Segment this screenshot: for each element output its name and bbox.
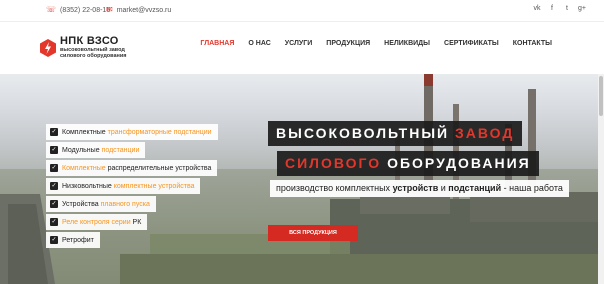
- headline-text: ОБОРУДОВАНИЯ: [381, 155, 531, 171]
- email-contact[interactable]: ✉ market@vvzso.ru: [106, 6, 171, 14]
- hero-headline-1: ВЫСОКОВОЛЬТНЫЙ ЗАВОД: [268, 121, 523, 146]
- item-highlight: Комплектные: [62, 164, 106, 172]
- phone-icon: ☏: [46, 5, 57, 14]
- checkbox-icon: ✓: [50, 128, 58, 136]
- checkbox-icon: ✓: [50, 182, 58, 190]
- twitter-icon[interactable]: t: [563, 5, 571, 12]
- list-item[interactable]: ✓ Комплектные распределительные устройст…: [46, 160, 218, 176]
- list-item[interactable]: ✓ Реле контроля серии РК: [46, 214, 148, 230]
- headline-text: ВЫСОКОВОЛЬТНЫЙ: [276, 125, 455, 141]
- product-list: ✓ Комплектные трансформаторные подстанци…: [46, 124, 218, 248]
- checkbox-icon: ✓: [50, 164, 58, 172]
- email-address: market@vvzso.ru: [116, 6, 172, 14]
- list-item[interactable]: ✓ Комплектные трансформаторные подстанци…: [46, 124, 218, 140]
- logo-subtitle-line2: силового оборудования: [60, 53, 127, 59]
- list-item[interactable]: ✓ Модульные подстанции: [46, 142, 146, 158]
- site-header: НПК ВЗСО высоковольтный завод силового о…: [0, 22, 604, 74]
- logo-lightning-icon: [40, 38, 56, 57]
- checkbox-icon: ✓: [50, 218, 58, 226]
- headline-accent: СИЛОВОГО: [285, 155, 382, 171]
- item-text: Модульные: [62, 146, 102, 154]
- nav-products[interactable]: ПРОДУКЦИЯ: [326, 40, 370, 47]
- checkbox-icon: ✓: [50, 236, 58, 244]
- nav-home[interactable]: ГЛАВНАЯ: [200, 40, 234, 47]
- scrollbar-thumb[interactable]: [599, 76, 603, 116]
- all-products-button[interactable]: ВСЯ ПРОДУКЦИЯ: [268, 225, 358, 241]
- subtitle-text: - наша работа: [501, 183, 563, 193]
- logo[interactable]: НПК ВЗСО высоковольтный завод силового о…: [40, 36, 126, 59]
- mail-icon: ✉: [106, 5, 113, 14]
- hero-headline-2: СИЛОВОГО ОБОРУДОВАНИЯ: [277, 151, 539, 176]
- item-highlight: комплектные устройства: [113, 182, 195, 190]
- list-item[interactable]: ✓ Низковольтные комплектные устройства: [46, 178, 201, 194]
- main-nav: ГЛАВНАЯ О НАС УСЛУГИ ПРОДУКЦИЯ НЕЛИКВИДЫ…: [200, 40, 552, 47]
- item-highlight: плавного пуска: [100, 200, 150, 208]
- headline-accent: ЗАВОД: [455, 125, 515, 141]
- vk-icon[interactable]: vk: [533, 5, 541, 12]
- subtitle-bold: устройств: [392, 183, 439, 193]
- nav-about[interactable]: О НАС: [248, 40, 270, 47]
- nav-services[interactable]: УСЛУГИ: [285, 40, 313, 47]
- item-text-end: распределительные устройства: [105, 164, 212, 172]
- hero-subtitle: производство комплектных устройств и под…: [270, 180, 569, 197]
- item-text: Низковольтные: [62, 182, 114, 190]
- nav-contacts[interactable]: КОНТАКТЫ: [513, 40, 552, 47]
- item-text: Устройства: [62, 200, 101, 208]
- subtitle-text: производство комплектных: [276, 183, 393, 193]
- item-text: Ретрофит: [62, 236, 94, 244]
- google-plus-icon[interactable]: g+: [578, 5, 586, 12]
- item-text-end: РК: [130, 218, 142, 226]
- top-bar: ☏ (8352) 22-08-16 ✉ market@vvzso.ru vk f…: [0, 0, 604, 22]
- checkbox-icon: ✓: [50, 146, 58, 154]
- subtitle-text: и: [438, 183, 449, 193]
- list-item[interactable]: ✓ Ретрофит: [46, 232, 100, 248]
- item-text: Комплектные: [62, 128, 108, 136]
- facebook-icon[interactable]: f: [548, 5, 556, 12]
- item-highlight: подстанции: [101, 146, 140, 154]
- phone-number: (8352) 22-08-16: [60, 6, 111, 14]
- social-links: vk f t g+: [533, 5, 586, 12]
- nav-certificates[interactable]: СЕРТИФИКАТЫ: [444, 40, 499, 47]
- nav-surplus[interactable]: НЕЛИКВИДЫ: [384, 40, 430, 47]
- item-highlight: Реле контроля серии: [62, 218, 131, 226]
- list-item[interactable]: ✓ Устройства плавного пуска: [46, 196, 156, 212]
- subtitle-bold: подстанций: [448, 183, 502, 193]
- item-highlight: трансформаторные подстанции: [107, 128, 212, 136]
- phone-contact[interactable]: ☏ (8352) 22-08-16: [46, 6, 110, 14]
- logo-name: НПК ВЗСО: [60, 35, 119, 47]
- checkbox-icon: ✓: [50, 200, 58, 208]
